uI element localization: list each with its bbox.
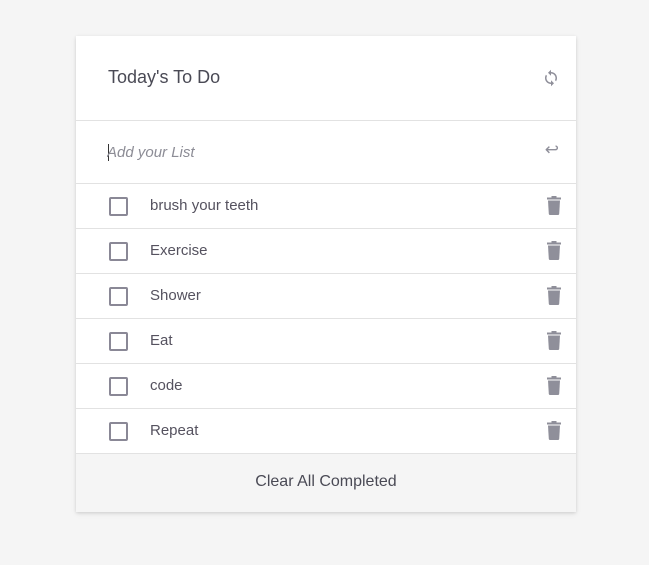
clear-completed-button[interactable]: Clear All Completed (255, 473, 396, 491)
item-label: Eat (150, 332, 173, 349)
item-label: brush your teeth (150, 197, 259, 214)
trash-icon[interactable] (547, 421, 561, 440)
enter-icon[interactable]: ↩ (545, 140, 559, 160)
trash-icon[interactable] (547, 241, 561, 260)
item-checkbox[interactable] (109, 197, 128, 216)
item-checkbox[interactable] (109, 422, 128, 441)
item-checkbox[interactable] (109, 332, 128, 351)
list-item: brush your teeth (76, 184, 576, 229)
item-label: code (150, 377, 183, 394)
item-label: Shower (150, 287, 201, 304)
item-checkbox[interactable] (109, 377, 128, 396)
item-checkbox[interactable] (109, 287, 128, 306)
list-item: code (76, 364, 576, 409)
refresh-icon[interactable] (542, 69, 560, 87)
trash-icon[interactable] (547, 376, 561, 395)
page-title: Today's To Do (108, 67, 221, 87)
item-label: Repeat (150, 422, 199, 439)
list-item: Repeat (76, 409, 576, 454)
add-item-row: ↩ (76, 121, 576, 184)
list-item: Eat (76, 319, 576, 364)
item-label: Exercise (150, 242, 208, 259)
list-item: Exercise (76, 229, 576, 274)
trash-icon[interactable] (547, 196, 561, 215)
list-item: Shower (76, 274, 576, 319)
todo-card: Today's To Do ↩ brush your teeth Exercis… (76, 36, 576, 512)
todo-footer: Clear All Completed (76, 454, 576, 512)
trash-icon[interactable] (547, 286, 561, 305)
trash-icon[interactable] (547, 331, 561, 350)
item-checkbox[interactable] (109, 242, 128, 261)
add-item-input[interactable] (107, 141, 507, 163)
todo-header: Today's To Do (76, 36, 576, 121)
todo-list: brush your teeth Exercise Shower Eat cod… (76, 184, 576, 454)
